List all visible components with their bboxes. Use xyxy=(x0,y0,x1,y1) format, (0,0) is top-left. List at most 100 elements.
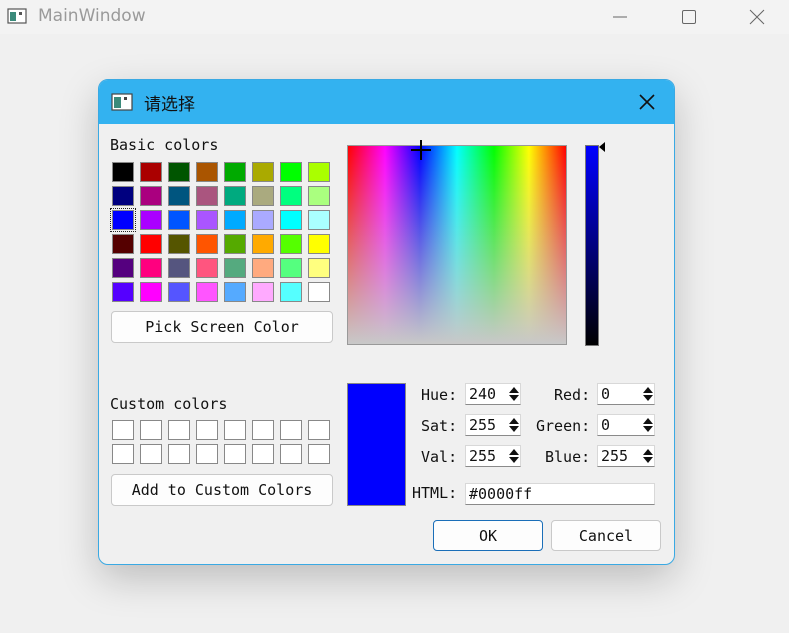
basic-color-swatch[interactable] xyxy=(112,162,134,182)
basic-color-swatch[interactable] xyxy=(196,210,218,230)
custom-color-swatch[interactable] xyxy=(280,420,302,440)
basic-color-swatch[interactable] xyxy=(224,234,246,254)
val-spinbox[interactable]: 255 xyxy=(465,445,521,467)
basic-color-swatch[interactable] xyxy=(252,258,274,278)
color-spectrum[interactable] xyxy=(347,140,567,345)
hue-stepper[interactable] xyxy=(508,384,520,404)
basic-color-swatch[interactable] xyxy=(224,210,246,230)
basic-color-swatch[interactable] xyxy=(140,282,162,302)
basic-color-swatch[interactable] xyxy=(308,234,330,254)
custom-color-swatch[interactable] xyxy=(196,420,218,440)
basic-color-swatch[interactable] xyxy=(224,186,246,206)
arrow-up-icon xyxy=(509,387,519,393)
custom-color-swatch[interactable] xyxy=(252,420,274,440)
basic-color-swatch[interactable] xyxy=(224,282,246,302)
sat-stepper[interactable] xyxy=(508,415,520,435)
dialog-close-button[interactable] xyxy=(635,91,659,113)
custom-color-swatch[interactable] xyxy=(112,444,134,464)
basic-color-swatch[interactable] xyxy=(168,258,190,278)
basic-color-swatch[interactable] xyxy=(112,234,134,254)
arrow-up-icon xyxy=(643,418,653,424)
basic-color-swatch[interactable] xyxy=(112,282,134,302)
add-custom-colors-button[interactable]: Add to Custom Colors xyxy=(111,474,333,506)
dialog-title: 请选择 xyxy=(144,95,195,115)
basic-color-swatch[interactable] xyxy=(308,186,330,206)
custom-color-swatch[interactable] xyxy=(224,444,246,464)
basic-color-swatch[interactable] xyxy=(112,258,134,278)
custom-color-swatch[interactable] xyxy=(168,420,190,440)
basic-color-swatch[interactable] xyxy=(140,234,162,254)
basic-color-swatch[interactable] xyxy=(140,210,162,230)
basic-color-swatch[interactable] xyxy=(280,210,302,230)
val-stepper[interactable] xyxy=(508,446,520,466)
custom-color-swatch[interactable] xyxy=(308,420,330,440)
basic-color-swatch[interactable] xyxy=(308,162,330,182)
basic-color-swatch[interactable] xyxy=(196,234,218,254)
basic-color-swatch[interactable] xyxy=(140,186,162,206)
basic-color-swatch[interactable] xyxy=(252,282,274,302)
custom-color-swatch[interactable] xyxy=(196,444,218,464)
basic-color-swatch[interactable] xyxy=(252,210,274,230)
basic-color-swatch[interactable] xyxy=(224,258,246,278)
basic-color-swatch[interactable] xyxy=(308,258,330,278)
basic-color-swatch[interactable] xyxy=(196,186,218,206)
custom-color-swatch[interactable] xyxy=(140,420,162,440)
custom-color-swatch[interactable] xyxy=(168,444,190,464)
basic-color-swatch[interactable] xyxy=(168,162,190,182)
basic-color-swatch[interactable] xyxy=(280,162,302,182)
basic-color-swatch[interactable] xyxy=(280,258,302,278)
basic-color-swatch[interactable] xyxy=(112,186,134,206)
custom-colors-label: Custom colors xyxy=(110,395,228,413)
custom-color-swatch[interactable] xyxy=(140,444,162,464)
sat-label: Sat: xyxy=(421,417,458,435)
arrow-down-icon xyxy=(509,457,519,463)
value-slider[interactable] xyxy=(585,145,599,346)
green-stepper[interactable] xyxy=(642,415,654,435)
basic-color-swatch[interactable] xyxy=(252,162,274,182)
basic-color-swatch[interactable] xyxy=(280,186,302,206)
custom-color-swatch[interactable] xyxy=(252,444,274,464)
custom-color-swatch[interactable] xyxy=(280,444,302,464)
blue-spinbox[interactable]: 255 xyxy=(597,445,655,467)
crosshair-icon xyxy=(411,140,431,160)
blue-stepper[interactable] xyxy=(642,446,654,466)
arrow-up-icon xyxy=(643,387,653,393)
basic-color-swatch[interactable] xyxy=(252,234,274,254)
custom-color-swatch[interactable] xyxy=(224,420,246,440)
custom-color-swatch[interactable] xyxy=(112,420,134,440)
pick-screen-color-button[interactable]: Pick Screen Color xyxy=(111,311,333,343)
red-stepper[interactable] xyxy=(642,384,654,404)
basic-color-swatch[interactable] xyxy=(252,186,274,206)
basic-color-swatch[interactable] xyxy=(280,234,302,254)
basic-color-swatch[interactable] xyxy=(168,186,190,206)
basic-color-swatch[interactable] xyxy=(308,282,330,302)
close-icon xyxy=(639,94,655,110)
window-close-button[interactable] xyxy=(722,0,789,34)
green-value: 0 xyxy=(601,416,611,434)
green-spinbox[interactable]: 0 xyxy=(597,414,655,436)
hue-spinbox[interactable]: 240 xyxy=(465,383,521,405)
basic-color-swatch[interactable] xyxy=(168,210,190,230)
basic-color-swatch[interactable] xyxy=(140,258,162,278)
cancel-button[interactable]: Cancel xyxy=(551,520,661,551)
basic-color-swatch[interactable] xyxy=(196,162,218,182)
value-slider-handle[interactable] xyxy=(599,142,605,152)
maximize-button[interactable] xyxy=(654,0,724,34)
arrow-down-icon xyxy=(643,395,653,401)
custom-color-swatch[interactable] xyxy=(308,444,330,464)
minimize-button[interactable] xyxy=(585,0,655,34)
basic-color-swatch[interactable] xyxy=(168,234,190,254)
basic-color-swatch[interactable] xyxy=(110,208,136,232)
basic-color-swatch[interactable] xyxy=(196,282,218,302)
ok-button[interactable]: OK xyxy=(433,520,543,551)
red-spinbox[interactable]: 0 xyxy=(597,383,655,405)
basic-color-swatch[interactable] xyxy=(196,258,218,278)
basic-color-swatch[interactable] xyxy=(224,162,246,182)
basic-color-swatch[interactable] xyxy=(140,162,162,182)
sat-spinbox[interactable]: 255 xyxy=(465,414,521,436)
html-hex-input[interactable] xyxy=(465,483,655,505)
basic-color-swatch[interactable] xyxy=(308,210,330,230)
basic-color-swatch[interactable] xyxy=(168,282,190,302)
basic-colors-label: Basic colors xyxy=(110,136,219,154)
basic-color-swatch[interactable] xyxy=(280,282,302,302)
